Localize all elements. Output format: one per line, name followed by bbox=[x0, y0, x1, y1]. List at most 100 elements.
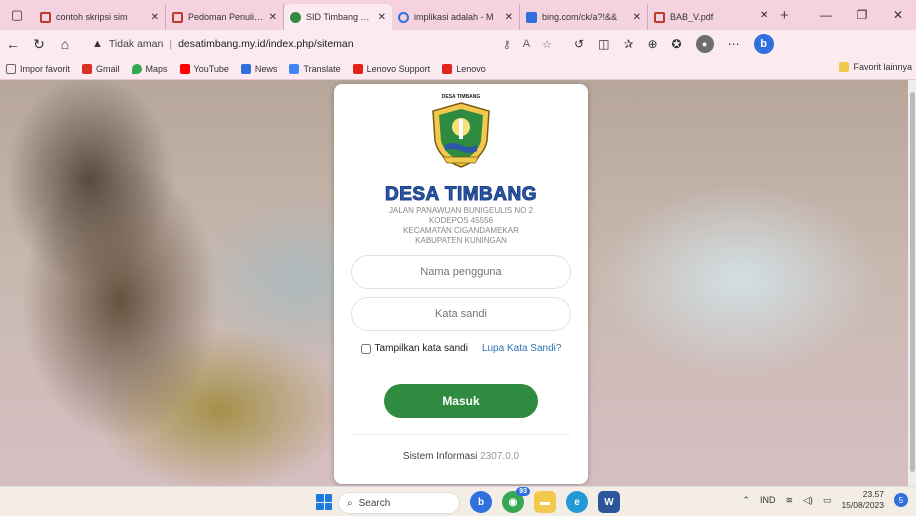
other-favorites-folder[interactable]: Favorit lainnya bbox=[839, 62, 912, 72]
favorite-label: News bbox=[254, 63, 278, 74]
forgot-password-link[interactable]: Lupa Kata Sandi? bbox=[482, 343, 562, 354]
favorite-label: Lenovo Support bbox=[366, 63, 431, 74]
restore-icon[interactable]: ❐ bbox=[844, 8, 880, 22]
tab-2[interactable]: SID Timbang Desa ✕ bbox=[284, 4, 392, 30]
tab-5[interactable]: BAB_V.pdf bbox=[648, 4, 756, 30]
news-icon bbox=[240, 63, 251, 74]
gmail-icon bbox=[82, 63, 93, 74]
password-input[interactable] bbox=[371, 308, 551, 320]
refresh-icon[interactable]: ↻ bbox=[26, 36, 52, 53]
village-emblem: DESA TIMBANG bbox=[426, 94, 496, 170]
close-tab-icon[interactable]: ✕ bbox=[633, 12, 641, 23]
close-tab-icon[interactable]: ✕ bbox=[505, 12, 513, 23]
close-tab-icon[interactable]: ✕ bbox=[151, 12, 159, 23]
favorite-item-import[interactable]: Impor favorit bbox=[6, 63, 71, 74]
refresh-alt-icon[interactable]: ↺ bbox=[574, 37, 584, 51]
system-footer: Sistem Informasi 2307.0.0 bbox=[334, 451, 588, 462]
search-icon: ⌕ bbox=[347, 497, 353, 509]
address-line: JALAN PANAWUAN BUNIGEULIS NO 2 bbox=[388, 206, 534, 215]
system-tray: ⌃ IND ≋ ◁) ▭ 23.57 15/08/2023 5 bbox=[742, 489, 908, 511]
profile-avatar-icon[interactable]: ● bbox=[695, 35, 714, 53]
favorite-item-lenovo-support[interactable]: Lenovo Support bbox=[352, 63, 431, 74]
home-icon[interactable]: ⌂ bbox=[52, 36, 78, 52]
favorite-item-lenovo[interactable]: Lenovo bbox=[442, 63, 486, 74]
file-explorer-icon[interactable]: ▬ bbox=[534, 491, 556, 513]
split-screen-icon[interactable]: ◫ bbox=[598, 37, 609, 51]
tab-3[interactable]: implikasi adalah - M ✕ bbox=[392, 4, 520, 30]
notification-badge[interactable]: 5 bbox=[894, 493, 908, 507]
import-icon bbox=[6, 63, 16, 74]
favorite-label: Maps bbox=[145, 63, 168, 74]
chevron-up-icon[interactable]: ⌃ bbox=[742, 495, 750, 506]
search-label: Search bbox=[358, 497, 391, 509]
taskbar: ⌕ Search b ◉ 93 ▬ e W ⌃ IND ≋ ◁) ▭ 23.57 … bbox=[0, 486, 916, 516]
login-button[interactable]: Masuk bbox=[384, 384, 538, 418]
taskbar-apps: b ◉ 93 ▬ e W bbox=[470, 487, 620, 513]
address-bar: ← ↻ ⌂ ▲ Tidak aman | desatimbang.my.id/i… bbox=[0, 30, 916, 58]
favorite-item-maps[interactable]: Maps bbox=[131, 63, 168, 74]
battery-icon[interactable]: ▭ bbox=[823, 495, 832, 506]
minimize-icon[interactable]: — bbox=[808, 8, 844, 22]
more-options-icon[interactable]: ⋯ bbox=[728, 37, 740, 51]
favorite-item-translate[interactable]: Translate bbox=[289, 63, 341, 74]
scrollbar-thumb[interactable] bbox=[910, 92, 915, 472]
url-text[interactable]: desatimbang.my.id/index.php/siteman bbox=[178, 38, 354, 50]
tab-4[interactable]: bing.com/ck/a?!&& ✕ bbox=[520, 4, 648, 30]
clock[interactable]: 23.57 15/08/2023 bbox=[841, 489, 884, 511]
favorite-label: Favorit lainnya bbox=[853, 62, 912, 72]
toolbar-icons: ↺ ◫ ✰ ⊕ ✪ ● ⋯ b bbox=[574, 34, 774, 54]
security-label: Tidak aman bbox=[108, 38, 164, 50]
close-window-icon[interactable]: ✕ bbox=[880, 8, 916, 22]
tab-title: contoh skripsi sim bbox=[56, 12, 128, 22]
page-scrollbar[interactable] bbox=[908, 80, 916, 486]
village-address: JALAN PANAWUAN BUNIGEULIS NO 2 KODEPOS 4… bbox=[334, 206, 588, 246]
favorites-icon[interactable]: ✰ bbox=[623, 37, 633, 51]
edge-browser-icon[interactable]: e bbox=[566, 491, 588, 513]
warning-icon[interactable]: ▲ bbox=[92, 38, 103, 50]
show-password-checkbox[interactable] bbox=[360, 343, 371, 354]
favorites-bar: Impor favorit Gmail Maps YouTube News Tr… bbox=[0, 58, 916, 80]
clock-date: 15/08/2023 bbox=[841, 500, 884, 510]
extensions-icon[interactable]: ✪ bbox=[672, 37, 682, 51]
back-icon[interactable]: ← bbox=[0, 36, 26, 52]
favorite-star-icon[interactable]: ☆ bbox=[542, 38, 552, 51]
pdf-icon bbox=[172, 11, 183, 23]
bing-chat-icon[interactable]: b bbox=[753, 34, 774, 54]
emblem-title: DESA TIMBANG bbox=[441, 94, 481, 100]
key-icon[interactable]: ⚷ bbox=[503, 38, 511, 51]
pdf-icon bbox=[40, 11, 51, 23]
volume-icon[interactable]: ◁) bbox=[803, 495, 813, 506]
emblem-shield-icon bbox=[432, 102, 490, 168]
read-aloud-icon[interactable]: A bbox=[523, 38, 530, 51]
new-tab-button[interactable]: + bbox=[772, 7, 796, 24]
show-password-label[interactable]: Tampilkan kata sandi bbox=[375, 343, 468, 354]
tab-0[interactable]: contoh skripsi sim ✕ bbox=[34, 4, 166, 30]
language-indicator[interactable]: IND bbox=[760, 495, 776, 505]
close-tab-icon[interactable]: ✕ bbox=[269, 12, 277, 23]
windows-start-icon[interactable] bbox=[316, 494, 332, 510]
taskbar-search[interactable]: ⌕ Search bbox=[338, 492, 460, 514]
youtube-icon bbox=[179, 63, 190, 74]
tab-1[interactable]: Pedoman Penulisan ✕ bbox=[166, 4, 284, 30]
chat-app-icon[interactable]: ◉ 93 bbox=[502, 487, 530, 513]
url-field[interactable]: ▲ Tidak aman | desatimbang.my.id/index.p… bbox=[84, 33, 560, 55]
bing-app-icon[interactable]: b bbox=[470, 491, 492, 513]
favorite-item-news[interactable]: News bbox=[240, 63, 278, 74]
page-background: DESA TIMBANG DESA TIMBANG JALAN PANAWUAN… bbox=[0, 80, 916, 486]
password-field-wrapper bbox=[351, 297, 571, 331]
collections-icon[interactable]: ⊕ bbox=[647, 37, 657, 51]
wifi-icon[interactable]: ≋ bbox=[785, 495, 793, 506]
password-options: Tampilkan kata sandi Lupa Kata Sandi? bbox=[334, 343, 588, 354]
favorite-label: Impor favorit bbox=[20, 63, 71, 74]
favorite-item-youtube[interactable]: YouTube bbox=[179, 63, 229, 74]
username-input[interactable] bbox=[371, 266, 551, 278]
username-field-wrapper bbox=[351, 255, 571, 289]
tab-title: implikasi adalah - M bbox=[414, 12, 494, 22]
clock-time: 23.57 bbox=[862, 489, 884, 499]
tab-actions-icon[interactable]: ▢ bbox=[0, 0, 34, 30]
favorite-label: Gmail bbox=[96, 63, 120, 74]
favorite-item-gmail[interactable]: Gmail bbox=[82, 63, 120, 74]
close-tab-icon[interactable]: ✕ bbox=[756, 10, 772, 21]
word-app-icon[interactable]: W bbox=[598, 491, 620, 513]
close-tab-icon[interactable]: ✕ bbox=[378, 12, 386, 23]
